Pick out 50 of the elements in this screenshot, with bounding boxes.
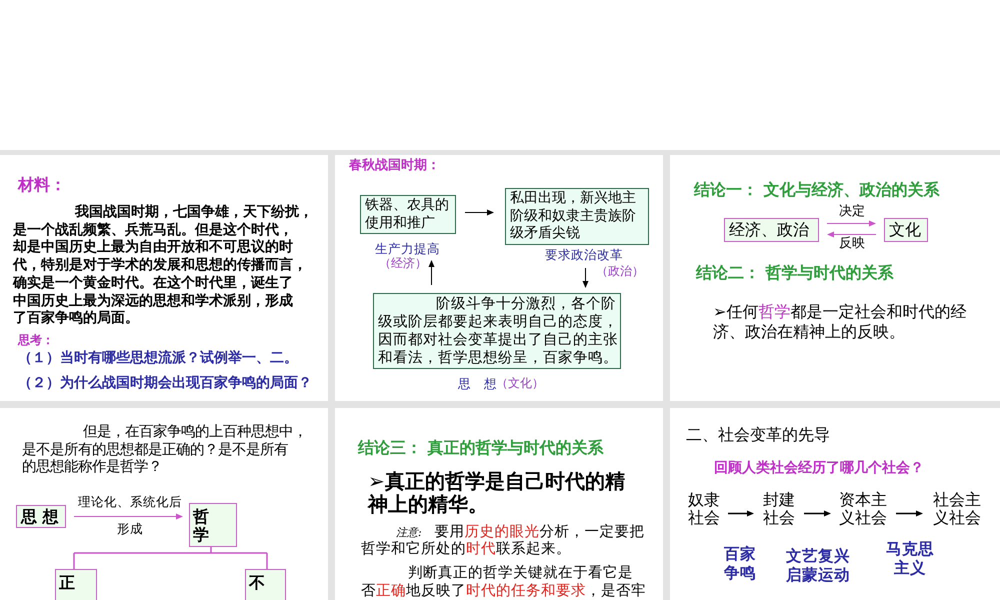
concept-box: 哲学 bbox=[189, 503, 237, 547]
question-text: （２）为什么战国时期会出现百家争鸣的局面？ bbox=[18, 374, 312, 392]
prompt-label: 思考： bbox=[18, 332, 54, 348]
diagram-label-note: （经济） bbox=[379, 256, 427, 271]
flow-box: 私田出现，新兴地主 阶级和奴隶主贵族阶 级矛盾尖锐 bbox=[505, 188, 649, 244]
diagram-label: 思 想 bbox=[458, 376, 497, 391]
stage-label: 封建 社会 bbox=[763, 491, 795, 527]
material-heading: 材料： bbox=[18, 175, 66, 195]
statement-paragraph: ➢真正的哲学是自己时代的精 神上的精华。 bbox=[368, 470, 625, 516]
question-paragraph: 但是，在百家争鸣的上百种思想中， 是不是所有的思想都是正确的？是不是所有 的思想能称作是哲学？ bbox=[22, 424, 307, 476]
diagram-label: 生产力提高 bbox=[375, 241, 440, 256]
conclusion-heading: 结论三： 真正的哲学与时代的关系 bbox=[358, 438, 604, 458]
body-paragraph: 我国战国时期，七国争雄，天下纷扰， 是一个战乱频繁、兵荒马乱。但是这个时代， 却是中国历史上最为自由开放和不可思议的时 代，特别是对于学术的发展和思想的传播而言， 确实是一个黄金时代。在这个时代里，诞生了 中国历史上最为深远的思想和学术派别，形成 了百家争鸣的局面。 bbox=[13, 204, 313, 328]
movement-label: 百家 争鸣 bbox=[724, 544, 756, 582]
up-arrow bbox=[428, 260, 435, 285]
movement-label: 马克思 主义 bbox=[886, 540, 934, 578]
stage-label: 社会主 义社会 bbox=[933, 491, 981, 527]
stage-label: 资本主 义社会 bbox=[839, 491, 887, 527]
left-arrow bbox=[827, 231, 876, 238]
judgement-paragraph: 判断真正的哲学关键就在于看它是 否正确地反映了 时代的任务和要求，是否牢 bbox=[361, 565, 646, 600]
right-arrow bbox=[896, 510, 923, 516]
relation-label: 反映 bbox=[839, 237, 865, 251]
stage-label: 奴隶 社会 bbox=[688, 491, 720, 527]
branch-box: 正 bbox=[55, 569, 97, 600]
branch-box: 不 bbox=[245, 569, 286, 600]
concept-box: 思 想 bbox=[16, 505, 66, 528]
diagram-label: 要求政治改革 bbox=[545, 247, 623, 262]
bullet-paragraph: ➢任何哲学都是一定社会和时代的经 济、政治在精神上的反映。 bbox=[713, 302, 966, 342]
slide-heading: 春秋战国时期： bbox=[349, 158, 440, 174]
flow-box: 阶级斗争十分激烈，各个阶 级或阶层都要起来表明自己的态度， 因而都对社会变革提出了自己的主张 和看法，哲学思想纷呈，百家争鸣。 bbox=[373, 293, 621, 369]
movement-label: 文艺复兴 启蒙运动 bbox=[786, 546, 850, 584]
relation-label: 决定 bbox=[839, 205, 865, 219]
note-paragraph: 注意: 要用历史的眼光分析，一定要把 哲学和它所处的时代联系起来。 bbox=[361, 524, 645, 558]
right-arrow bbox=[827, 220, 876, 227]
right-arrow bbox=[804, 510, 831, 516]
conclusion-heading: 结论一： 文化与经济、政治的关系 bbox=[694, 180, 940, 200]
arrow-label: 形成 bbox=[117, 520, 143, 536]
concept-box: 文化 bbox=[884, 218, 928, 242]
conclusion-heading: 结论二： 哲学与时代的关系 bbox=[696, 263, 894, 283]
arrow-label: 理论化、系统化后 bbox=[78, 494, 182, 508]
concept-box: 经济、政治 bbox=[724, 218, 819, 242]
question-text: （１）当时有哪些思想流派？试例举一、二。 bbox=[18, 348, 298, 367]
question-text: 回顾人类社会经历了哪几个社会？ bbox=[714, 459, 924, 477]
flow-box: 铁器、农具的 使用和推广 bbox=[360, 195, 456, 234]
down-arrow bbox=[582, 268, 589, 288]
section-heading: 二、社会变革的先导 bbox=[686, 425, 830, 445]
right-arrow bbox=[465, 209, 494, 216]
right-arrow bbox=[728, 510, 754, 516]
diagram-label-note: （政治） bbox=[596, 264, 644, 279]
diagram-label-note: （文化） bbox=[496, 376, 544, 391]
